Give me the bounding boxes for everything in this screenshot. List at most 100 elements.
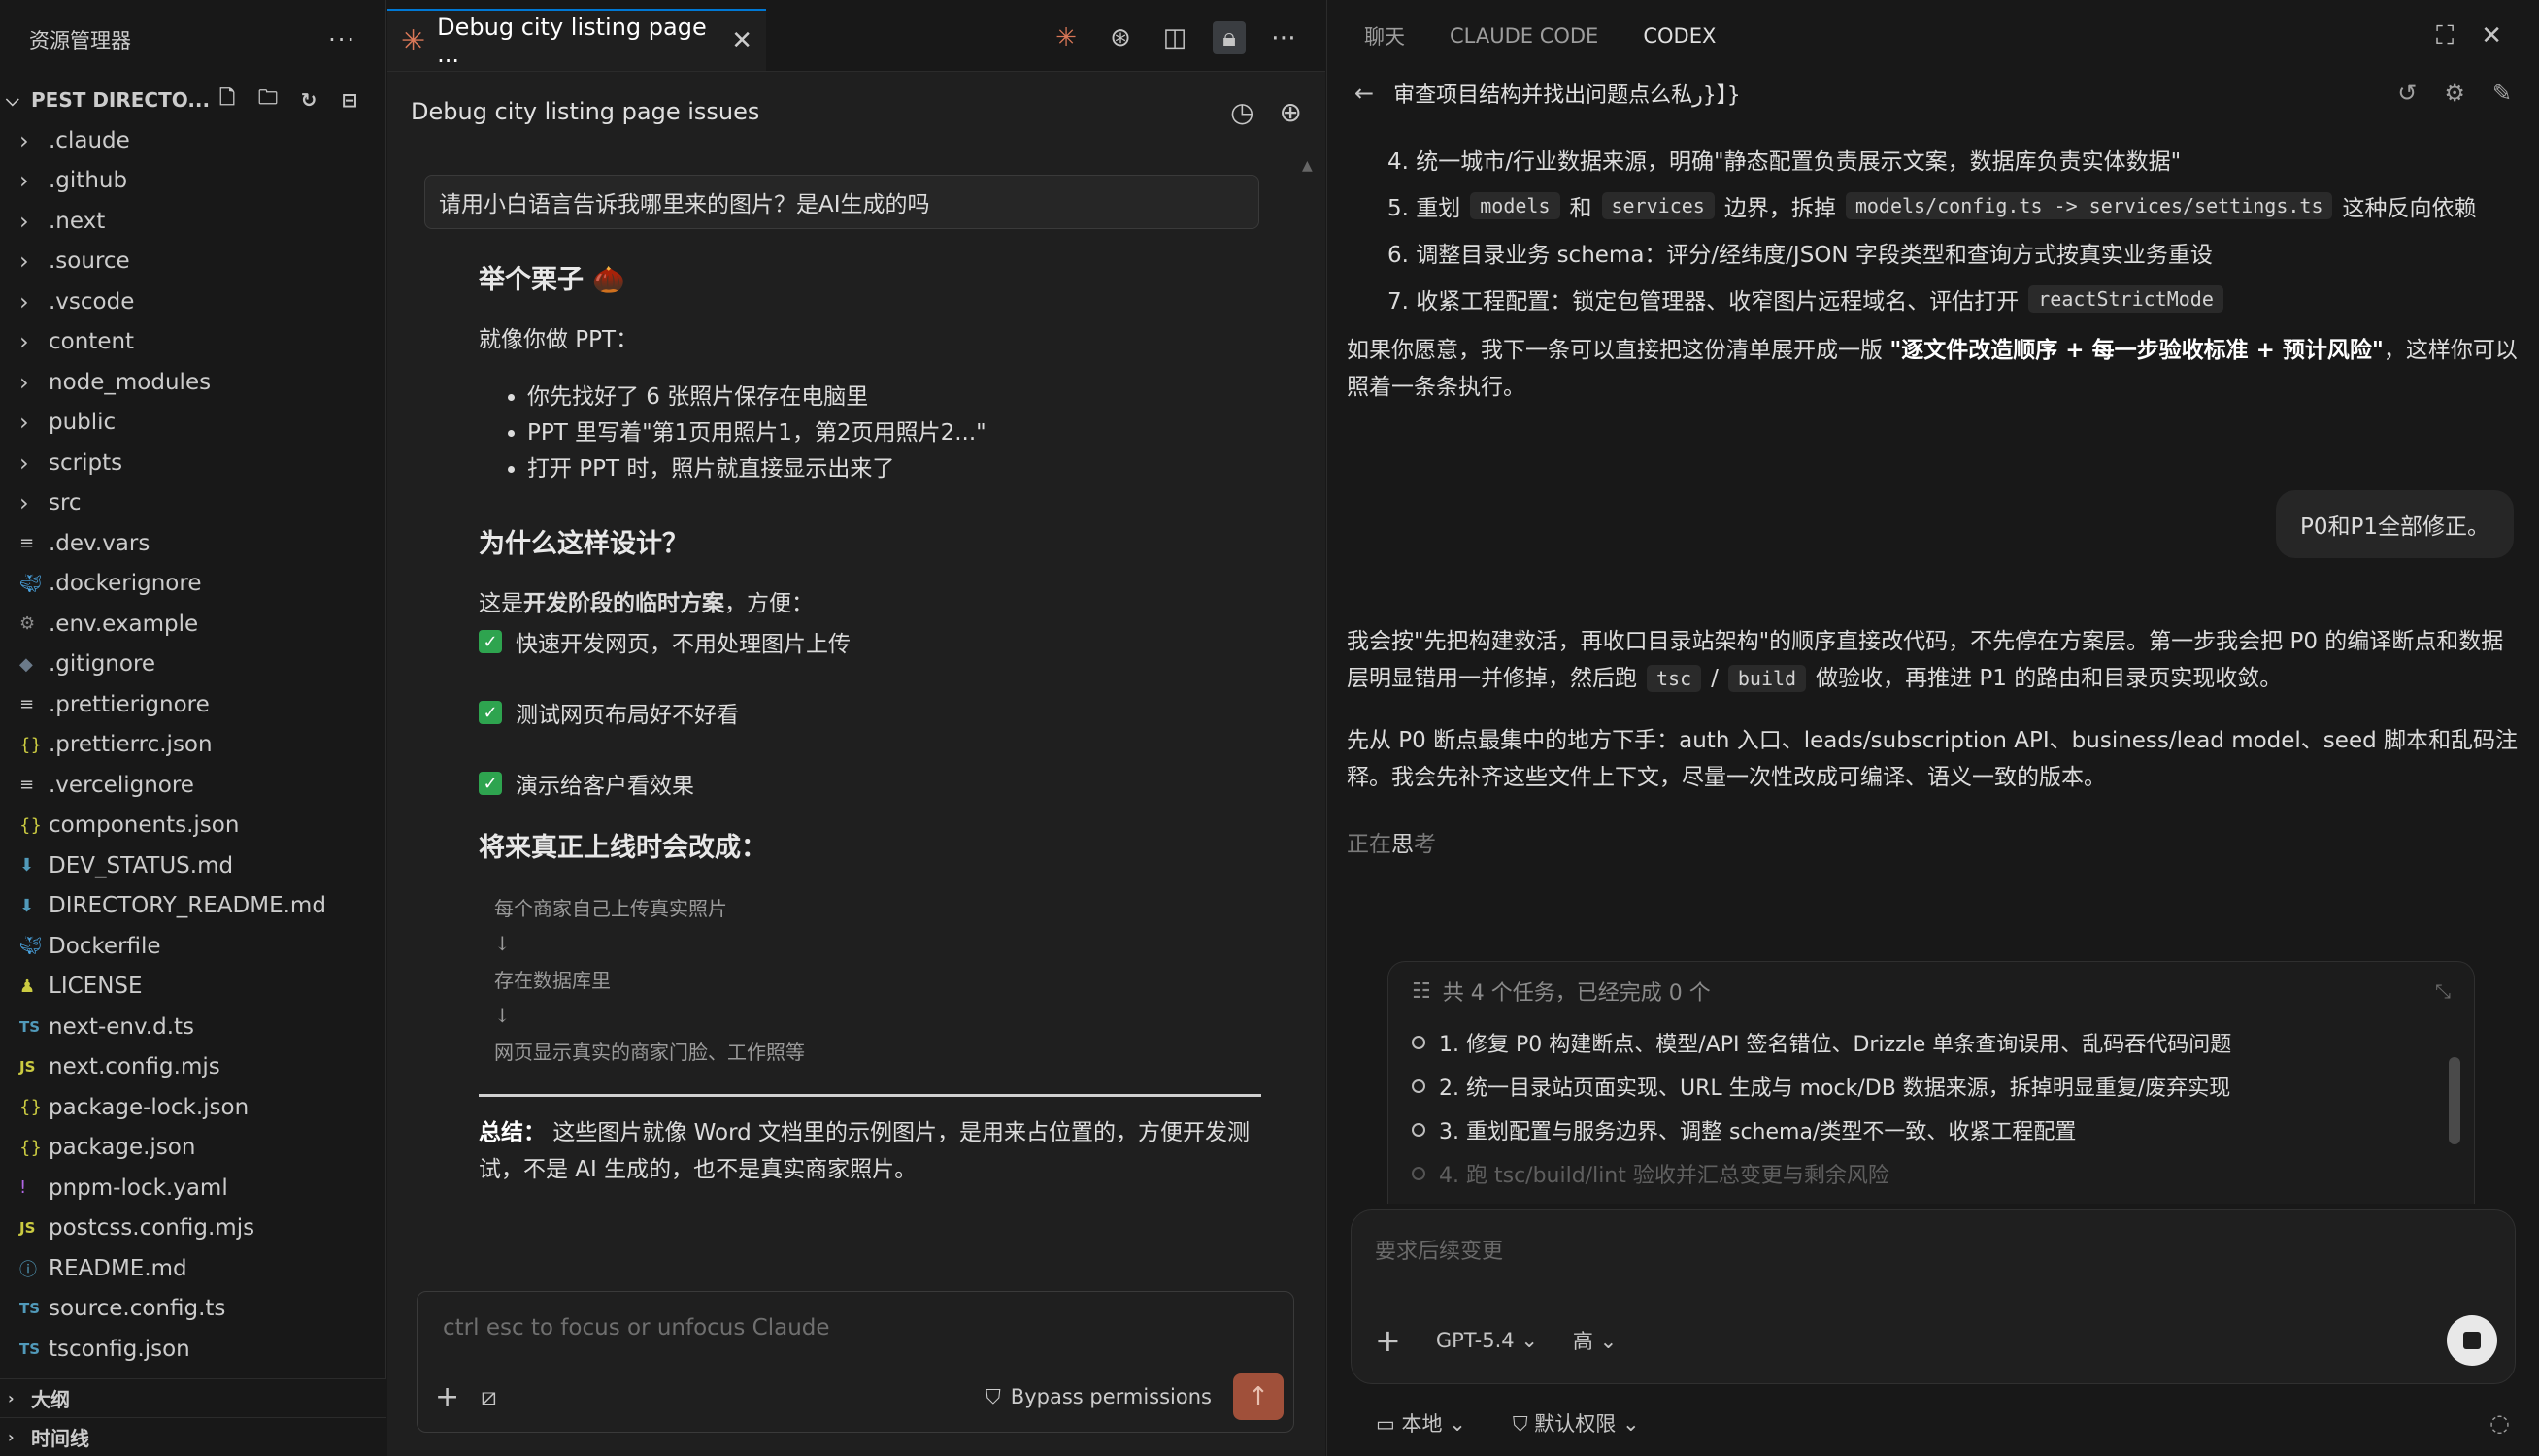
panel-tabs: 聊天 CLAUDE CODE CODEX ⛶ ✕ [1327,0,2539,72]
tab-claude-code[interactable]: CLAUDE CODE [1450,24,1598,48]
tree-folder[interactable]: › content [0,322,385,363]
history-icon[interactable]: ◷ [1230,96,1253,128]
history-icon[interactable]: ↺ [2397,80,2417,107]
tree-folder[interactable]: › .github [0,161,385,202]
tab-chat[interactable]: 聊天 [1364,21,1405,50]
yaml-icon: ! [19,1177,27,1199]
tree-file[interactable]: JS next.config.mjs [0,1047,385,1088]
tab-codex[interactable]: CODEX [1643,24,1716,48]
tree-folder[interactable]: › .vscode [0,281,385,322]
tree-file[interactable]: {} components.json [0,806,385,846]
maximize-icon[interactable]: ⛶ [2436,21,2454,51]
outline-section[interactable]: › 大纲 [0,1378,386,1417]
stop-button[interactable] [2447,1315,2497,1366]
split-editor-icon[interactable]: ◫ [1158,21,1191,54]
flow-code-block: 每个商家自己上传真实照片 ↓ 存在数据库里 ↓ 网页显示真实的商家门脸、工作照等 [479,889,1265,1069]
tree-folder[interactable]: › .source [0,242,385,282]
new-session-icon[interactable]: ⊕ [1280,96,1302,128]
pending-circle-icon [1412,1035,1425,1049]
paragraph-ppt: 就像你做 PPT： [479,327,639,352]
collapse-icon[interactable]: ⤡ [2435,979,2451,1003]
tree-file[interactable]: ! pnpm-lock.yaml [0,1168,385,1208]
tree-file[interactable]: ≡ .dev.vars [0,523,385,564]
tree-folder[interactable]: › scripts [0,443,385,483]
check-item: ✓ 演示给客户看效果 [479,764,1265,803]
slash-command-icon[interactable]: ⧄ [481,1382,497,1412]
chevron-right-icon: › [19,287,29,315]
bypass-permissions-button[interactable]: ⛉ Bypass permissions [986,1385,1212,1409]
add-icon[interactable]: + [435,1380,459,1414]
project-section-header[interactable]: ⌵ PEST DIRECTO... 🗋 🗀 ↻ ⊟ [0,80,385,120]
model-select[interactable]: GPT-5.4 ⌄ [1436,1329,1538,1352]
tree-file[interactable]: ⬇ DIRECTORY_README.md [0,886,385,927]
scrollbar[interactable]: ▲ [1302,155,1314,1272]
add-icon[interactable]: + [1375,1322,1401,1359]
back-arrow-icon[interactable]: ← [1354,80,1374,107]
flow-line: 每个商家自己上传真实照片 [494,897,727,920]
tree-item-label: scripts [49,449,123,476]
new-folder-icon[interactable]: 🗀 [255,85,281,113]
tree-file[interactable]: TS source.config.ts [0,1289,385,1330]
task-scrollbar[interactable] [2449,1030,2460,1175]
chevron-right-icon: › [19,248,29,276]
tree-file[interactable]: ⓘ README.md [0,1248,385,1289]
tree-folder[interactable]: › .claude [0,120,385,161]
explorer-panel: 资源管理器 ··· ⌵ PEST DIRECTO... 🗋 🗀 ↻ ⊟ › .cl… [0,0,386,1456]
tree-file[interactable]: ♟ LICENSE [0,967,385,1008]
close-icon[interactable]: ✕ [731,26,752,55]
tree-item-label: .claude [49,127,130,153]
tree-file[interactable]: {} package.json [0,1128,385,1169]
timeline-label: 时间线 [31,1427,89,1450]
outline-label: 大纲 [31,1388,70,1411]
tree-file[interactable]: {} package-lock.json [0,1087,385,1128]
license-icon: ♟ [19,976,36,997]
explorer-header: 资源管理器 ··· [0,0,385,80]
tree-folder[interactable]: › .next [0,201,385,242]
settings-icon[interactable]: ⚙ [2444,80,2465,107]
tree-file[interactable]: ⚙ .env.example [0,604,385,645]
timeline-section[interactable]: › 时间线 [0,1417,386,1456]
tree-file[interactable]: {} .prettierrc.json [0,725,385,766]
edit-icon[interactable]: ✎ [2492,80,2512,107]
tree-folder[interactable]: › node_modules [0,362,385,403]
tree-file[interactable]: ◆ .gitignore [0,645,385,685]
local-mode-select[interactable]: ▭ 本地 ⌄ [1376,1408,1466,1438]
collapse-all-icon[interactable]: ⊟ [337,87,362,113]
tree-file[interactable]: ⬇ DEV_STATUS.md [0,845,385,886]
tree-file[interactable]: ≡ .vercelignore [0,765,385,806]
tree-file[interactable]: JS postcss.config.mjs [0,1208,385,1249]
openai-logo-icon[interactable]: ⊛ [1104,21,1137,54]
send-button[interactable]: ↑ [1233,1373,1284,1420]
tree-file[interactable]: TS next-env.d.ts [0,1007,385,1047]
claude-input[interactable]: ctrl esc to focus or unfocus Claude + ⧄ … [417,1291,1294,1433]
pending-circle-icon [1412,1122,1425,1137]
chevron-down-icon: ⌵ [6,89,19,111]
refresh-icon[interactable]: ↻ [296,87,321,113]
flow-arrow: ↓ [494,1003,511,1027]
new-file-icon[interactable]: 🗋 [215,85,240,113]
effort-select[interactable]: 高 ⌄ [1573,1326,1617,1355]
tree-folder[interactable]: › src [0,483,385,524]
flow-line: 网页显示真实的商家门脸、工作照等 [494,1041,805,1064]
tree-file[interactable]: 🐳︎ .dockerignore [0,564,385,605]
divider [479,1094,1261,1097]
claude-logo-icon[interactable]: ✳ [1050,21,1083,54]
session-title: Debug city listing page issues [411,98,760,125]
codex-composer[interactable]: 要求后续变更 + GPT-5.4 ⌄ 高 ⌄ [1351,1209,2516,1384]
assistant-paragraph: 如果你愿意，我下一条可以直接把这份清单展开成一版 "逐文件改造顺序 + 每一步验… [1347,338,2518,400]
tree-file[interactable]: TS tsconfig.json [0,1329,385,1370]
tree-file[interactable]: ≡ .prettierignore [0,684,385,725]
flow-arrow: ↓ [494,931,511,955]
permission-select[interactable]: ⛉ 默认权限 ⌄ [1513,1408,1640,1438]
tree-folder[interactable]: › public [0,403,385,444]
more-icon[interactable]: ⋯ [1267,21,1300,54]
close-icon[interactable]: ✕ [2481,21,2502,51]
more-icon[interactable]: ··· [328,26,356,53]
markdown-icon: ⬇ [19,855,35,877]
thinking-status: 正在思考 [1347,832,1436,857]
lock-icon[interactable]: 🔒︎ [1213,21,1246,54]
tree-file[interactable]: 🐳︎ Dockerfile [0,926,385,967]
check-item: ✓ 测试网页布局好不好看 [479,693,1265,732]
list-item: 7. 收紧工程配置：锁定包管理器、收窄图片远程域名、评估打开 reactStric… [1347,276,2522,322]
tab-claude-session[interactable]: ✳ Debug city listing page ... ✕ [387,9,766,71]
